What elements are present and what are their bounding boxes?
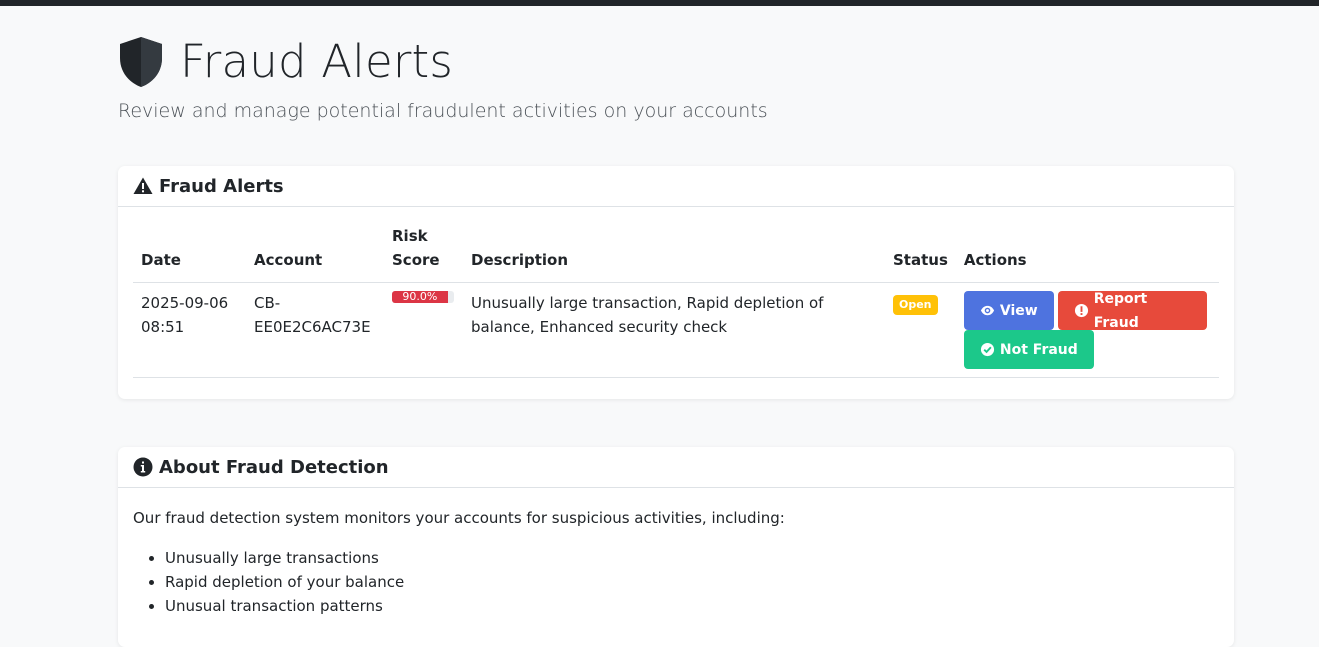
status-badge: Open — [893, 295, 938, 315]
page-subtitle: Review and manage potential fraudulent a… — [118, 100, 768, 122]
col-account: Account — [246, 224, 384, 283]
warning-icon — [133, 176, 153, 196]
page-header: Fraud Alerts — [118, 34, 453, 90]
col-status: Status — [885, 224, 956, 283]
shield-icon — [118, 36, 164, 88]
check-circle-icon — [980, 342, 995, 357]
info-circle-icon — [133, 457, 153, 477]
exclamation-circle-icon — [1074, 303, 1089, 318]
actions-row-2: Not Fraud — [963, 330, 1211, 369]
risk-progress-bar: 90.0% — [392, 291, 454, 303]
cell-date: 2025-09-06 08:51 — [133, 282, 246, 378]
list-item: Unusual transaction patterns — [165, 594, 1219, 618]
about-intro: Our fraud detection system monitors your… — [133, 509, 785, 527]
table-header-row: Date Account Risk Score Description Stat… — [133, 224, 1219, 283]
page-title: Fraud Alerts — [180, 35, 454, 88]
fraud-alerts-card: Fraud Alerts Date Account Risk Score Des… — [118, 166, 1234, 399]
account-prefix: CB- — [254, 294, 281, 312]
table-row: 2025-09-06 08:51 CB- EE0E2C6AC73E 90.0% … — [133, 282, 1219, 378]
about-list: Unusually large transactions Rapid deple… — [133, 546, 1219, 618]
cell-status: Open — [885, 282, 956, 378]
col-risk-score: Risk Score — [384, 224, 463, 283]
cell-actions: View Report Fraud Not Fraud — [955, 282, 1219, 378]
risk-progress-fill: 90.0% — [392, 291, 448, 303]
account-id: EE0E2C6AC73E — [254, 318, 371, 336]
report-fraud-button[interactable]: Report Fraud — [1057, 291, 1207, 331]
card-header: About Fraud Detection — [118, 447, 1234, 488]
card-title: About Fraud Detection — [159, 456, 389, 478]
actions-row-1: View Report Fraud — [963, 291, 1211, 331]
not-fraud-label: Not Fraud — [999, 341, 1078, 358]
card-header: Fraud Alerts — [118, 166, 1234, 207]
cell-account: CB- EE0E2C6AC73E — [246, 282, 384, 378]
list-item: Rapid depletion of your balance — [165, 570, 1219, 594]
view-button-label: View — [999, 302, 1038, 319]
alerts-table: Date Account Risk Score Description Stat… — [133, 224, 1219, 378]
not-fraud-button[interactable]: Not Fraud — [963, 330, 1094, 369]
cell-risk: 90.0% — [384, 282, 463, 378]
about-fraud-detection-card: About Fraud Detection Our fraud detectio… — [118, 447, 1234, 647]
top-bar — [0, 0, 1319, 6]
col-risk-line2: Score — [392, 251, 440, 269]
time-text: 08:51 — [141, 318, 185, 336]
view-button[interactable]: View — [963, 291, 1054, 330]
col-date: Date — [133, 224, 246, 283]
col-risk-line1: Risk — [392, 227, 428, 245]
list-item: Unusually large transactions — [165, 546, 1219, 570]
card-title: Fraud Alerts — [159, 175, 284, 197]
card-body: Our fraud detection system monitors your… — [118, 488, 1234, 618]
cell-description: Unusually large transaction, Rapid deple… — [463, 282, 885, 378]
eye-icon — [980, 303, 995, 318]
date-text: 2025-09-06 — [141, 294, 229, 312]
col-actions: Actions — [955, 224, 1219, 283]
report-fraud-label: Report Fraud — [1093, 290, 1148, 331]
col-description: Description — [463, 224, 885, 283]
